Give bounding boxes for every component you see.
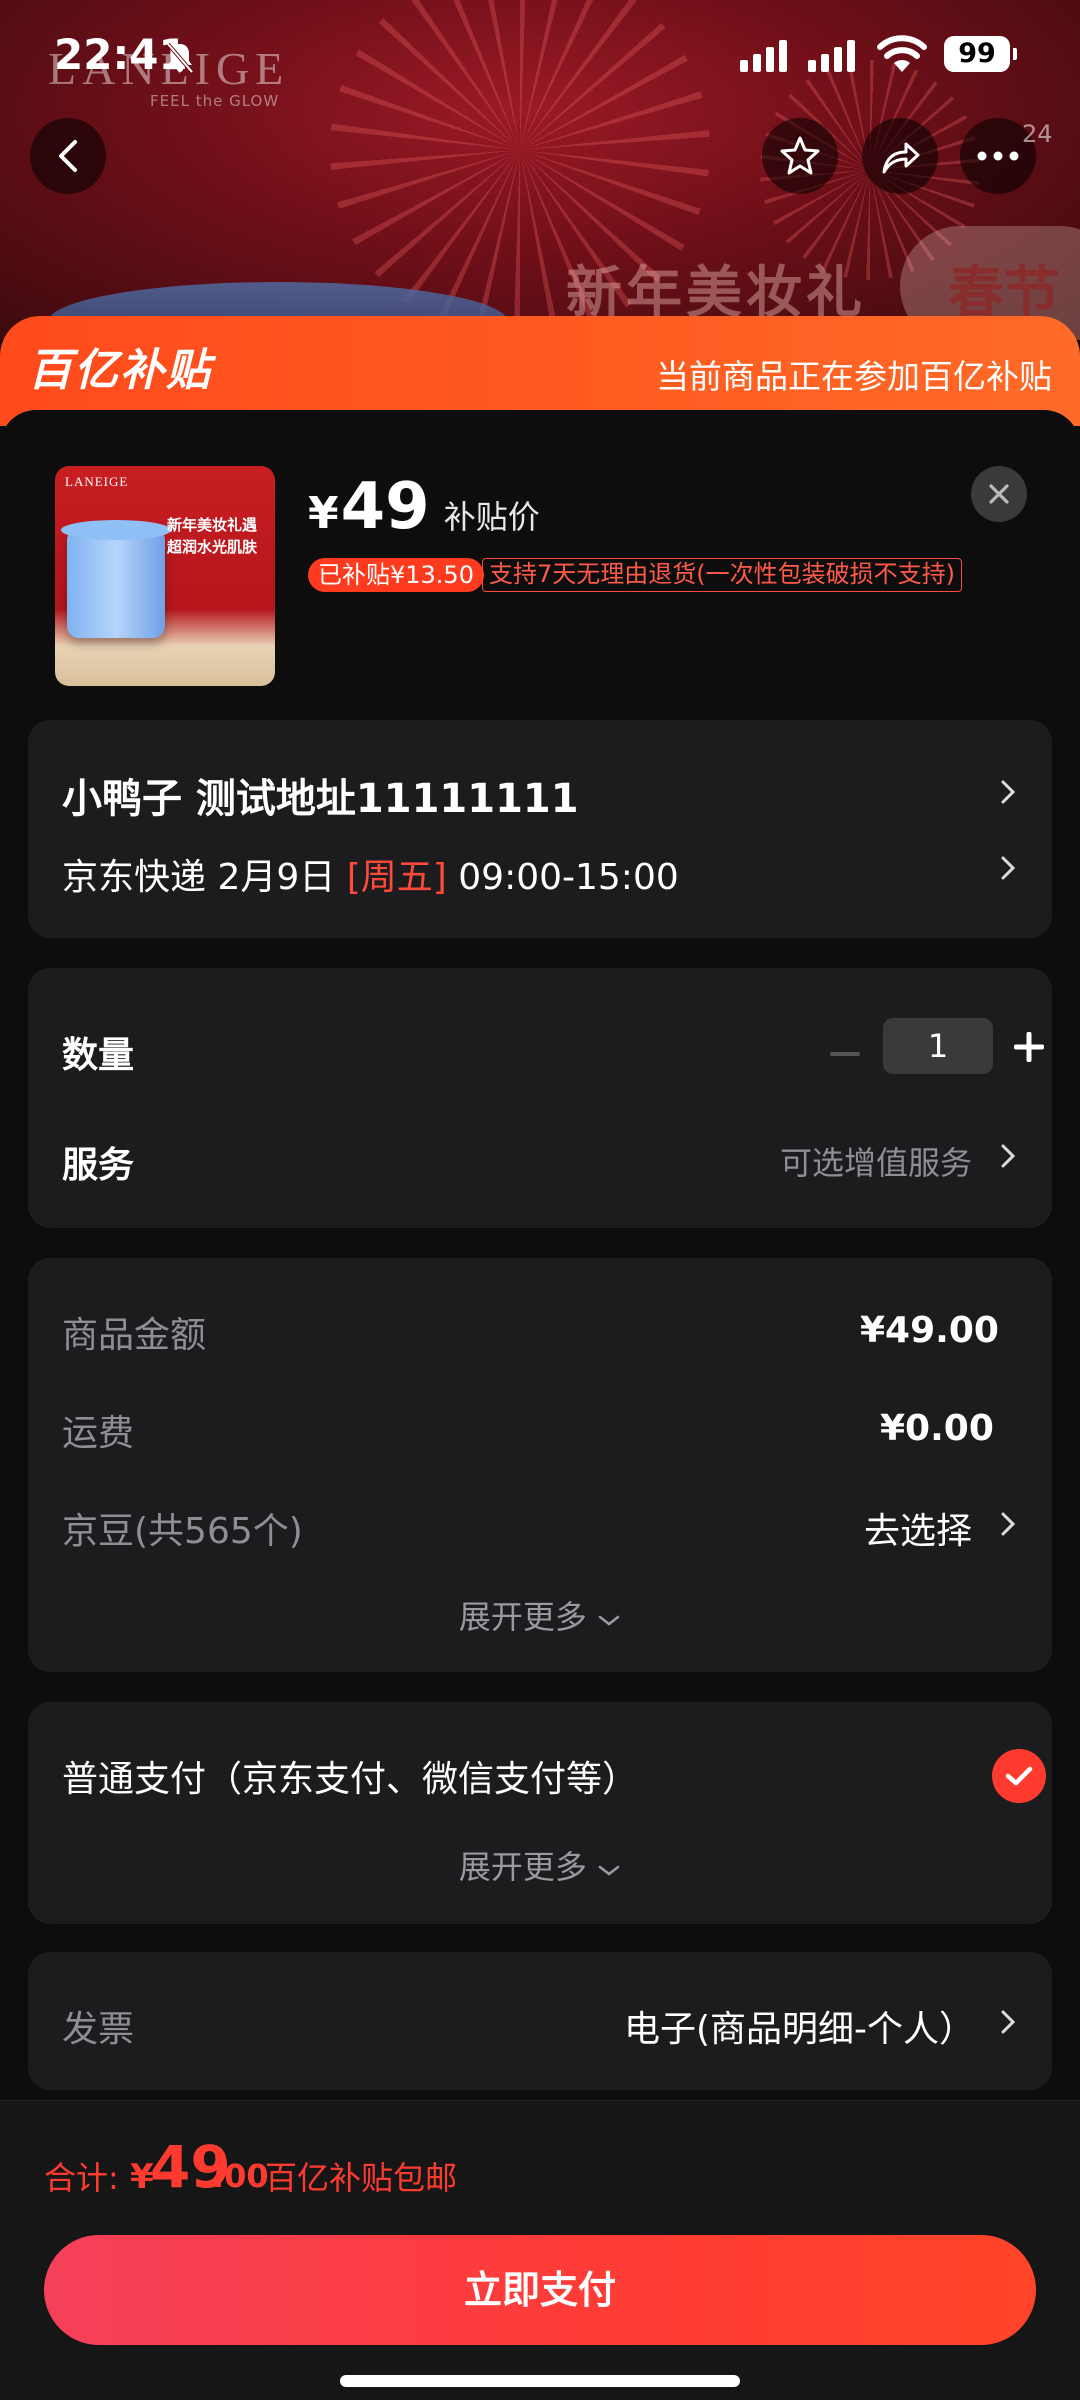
back-button[interactable]: [30, 118, 106, 194]
invoice-card[interactable]: 发票 电子(商品明细-个人）: [28, 1952, 1052, 2090]
delivery-time-window: 09:00-15:00: [458, 857, 679, 898]
chevron-left-icon: [59, 140, 77, 172]
price-value: 49: [340, 470, 430, 544]
free-shipping-note: 百亿补贴包邮: [265, 2159, 458, 2197]
payment-expand-label: 展开更多: [458, 1848, 587, 1886]
cellular-signal-icon: [808, 36, 855, 72]
chevron-right-icon[interactable]: [996, 1140, 1020, 1172]
product-thumbnail[interactable]: LANEIGE 新年美妆礼遇 超润水光肌肤: [55, 466, 275, 686]
chevron-right-icon[interactable]: [996, 776, 1020, 808]
share-icon: [882, 142, 920, 174]
address-card: 小鸭子 测试地址11111111 京东快递 2月9日 [周五] 09:00-15…: [28, 720, 1052, 938]
quantity-label: 数量: [62, 1035, 135, 1076]
muted-bell-icon: [166, 42, 194, 74]
invoice-value[interactable]: 电子(商品明细-个人）: [624, 2000, 975, 2052]
jd-beans-select[interactable]: 去选择: [864, 1502, 972, 1554]
battery-indicator: 99: [944, 36, 1017, 72]
cost-expand-more[interactable]: 展开更多: [28, 1592, 1052, 1638]
subsidy-notice: 当前商品正在参加百亿补贴: [656, 357, 1052, 396]
service-label: 服务: [62, 1145, 135, 1186]
price-row: ¥ 49 补贴价: [308, 470, 540, 544]
quantity-decrement-button[interactable]: [830, 1052, 860, 1056]
status-bar: 22:41 99: [0, 0, 1080, 110]
pay-now-button[interactable]: 立即支付: [44, 2235, 1036, 2345]
total-label: 合计:: [44, 2159, 119, 2197]
total-amount-decimal: .00: [212, 2157, 269, 2195]
close-button[interactable]: [971, 466, 1027, 522]
favorite-button[interactable]: [762, 118, 838, 194]
thumbnail-caption-2: 超润水光肌肤: [167, 538, 258, 556]
payment-selected-check-icon[interactable]: [992, 1749, 1046, 1803]
subsidy-amount-badge: 已补贴¥13.50: [308, 558, 484, 592]
thumbnail-jar-image: [61, 520, 171, 638]
subsidy-logo-text: 百亿补贴: [28, 345, 212, 396]
delivery-courier-date: 京东快递 2月9日: [62, 857, 336, 898]
payment-expand-more[interactable]: 展开更多: [28, 1842, 1052, 1888]
chevron-right-icon[interactable]: [996, 852, 1020, 884]
chevron-right-icon[interactable]: [996, 1508, 1020, 1540]
price-label: 补贴价: [443, 498, 540, 536]
delivery-schedule[interactable]: 京东快递 2月9日 [周五] 09:00-15:00: [62, 848, 679, 900]
star-icon: [780, 136, 820, 175]
payment-card: 普通支付（京东支付、微信支付等） 展开更多: [28, 1702, 1052, 1924]
goods-amount-label: 商品金额: [62, 1315, 207, 1356]
chevron-down-icon: [598, 1865, 620, 1876]
cost-card: 商品金额 ¥49.00 运费 ¥0.00 京豆(共565个) 去选择 展开更多: [28, 1258, 1052, 1672]
more-dots-icon: [977, 151, 1019, 161]
invoice-label: 发票: [62, 2009, 135, 2050]
goods-amount-value: ¥49.00: [860, 1310, 999, 1351]
return-policy-tag: 支持7天无理由退货(一次性包装破损不支持): [482, 558, 962, 592]
share-button[interactable]: [862, 118, 938, 194]
quantity-input[interactable]: 1: [883, 1018, 993, 1074]
quantity-increment-button[interactable]: [1014, 1032, 1044, 1062]
delivery-weekday: [周五]: [346, 857, 447, 898]
checkout-footer: 合计: ¥ 49 .00 百亿补贴包邮 立即支付: [0, 2100, 1080, 2400]
shipping-label: 运费: [62, 1413, 135, 1454]
service-value[interactable]: 可选增值服务: [780, 1138, 972, 1184]
price-currency: ¥: [308, 488, 339, 539]
home-indicator[interactable]: [340, 2375, 740, 2387]
close-icon: [989, 484, 1009, 504]
cellular-signal-icon: [740, 36, 787, 72]
notification-count-badge: 24: [1022, 120, 1053, 148]
thumbnail-brand: LANEIGE: [65, 474, 129, 489]
options-card: 数量 1 服务 可选增值服务: [28, 968, 1052, 1228]
payment-method-label[interactable]: 普通支付（京东支付、微信支付等）: [62, 1750, 638, 1802]
subsidy-logo: 百亿补贴: [28, 338, 212, 396]
shipping-value: ¥0.00: [880, 1408, 994, 1449]
cost-expand-label: 展开更多: [458, 1598, 587, 1636]
jd-beans-label: 京豆(共565个): [62, 1511, 303, 1552]
recipient-address[interactable]: 小鸭子 测试地址11111111: [62, 766, 579, 824]
thumbnail-caption-1: 新年美妆礼遇: [167, 516, 258, 534]
wifi-icon: [877, 35, 927, 72]
chevron-down-icon: [598, 1615, 620, 1626]
chevron-right-icon[interactable]: [996, 2006, 1020, 2038]
